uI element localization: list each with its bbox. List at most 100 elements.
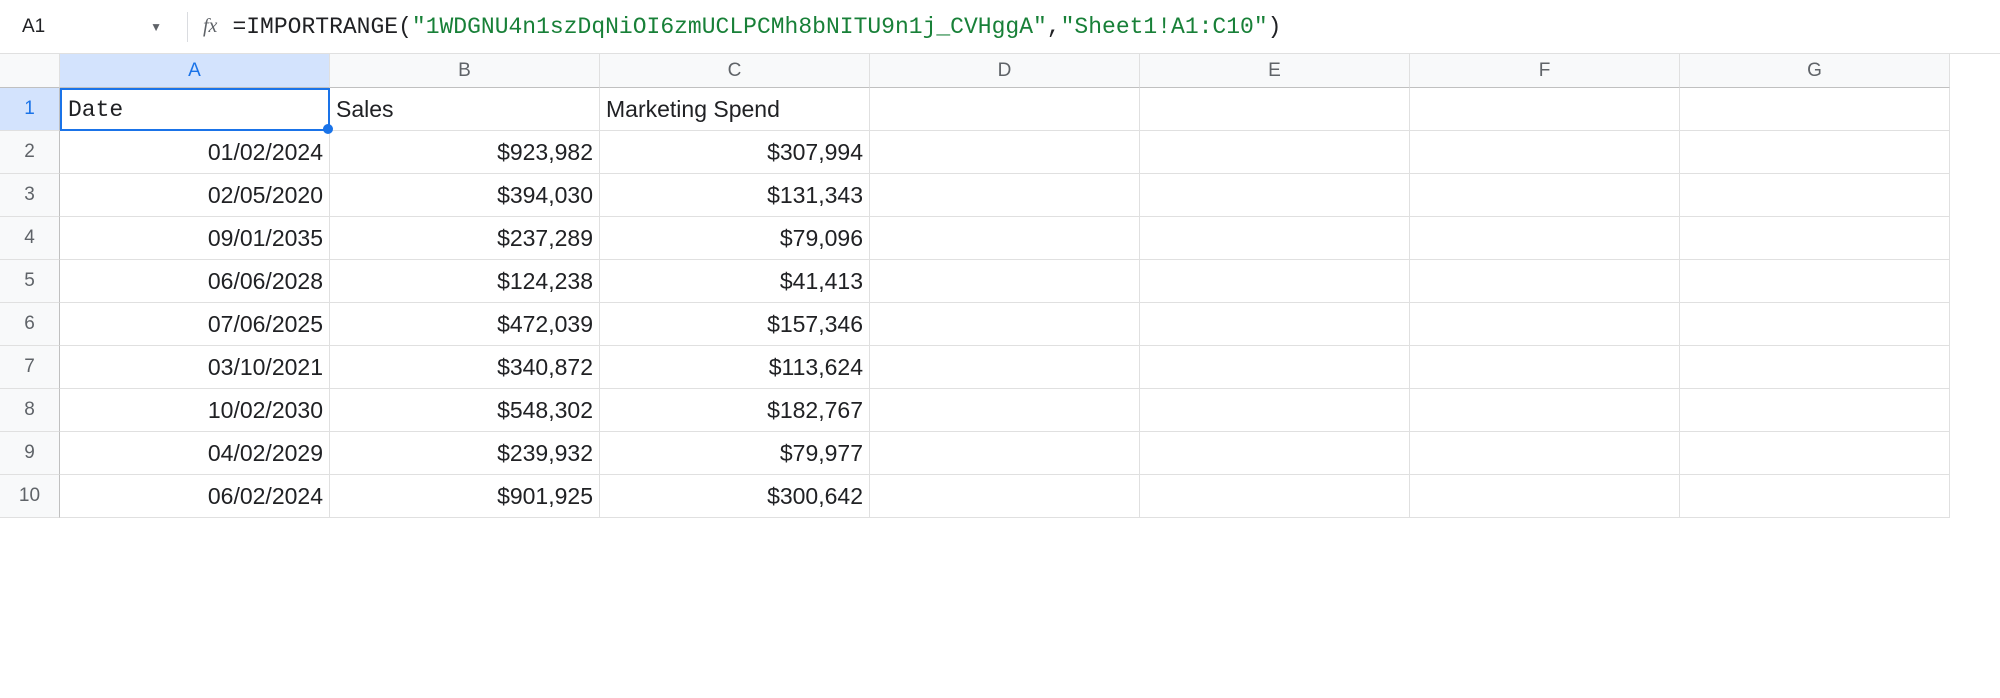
row-header-1[interactable]: 1 bbox=[0, 88, 60, 131]
formula-prefix: = bbox=[232, 14, 246, 40]
cell-b8[interactable]: $548,302 bbox=[330, 389, 600, 432]
cell-g1[interactable] bbox=[1680, 88, 1950, 131]
cell-a6[interactable]: 07/06/2025 bbox=[60, 303, 330, 346]
cell-b5[interactable]: $124,238 bbox=[330, 260, 600, 303]
cell-a3[interactable]: 02/05/2020 bbox=[60, 174, 330, 217]
row-header-7[interactable]: 7 bbox=[0, 346, 60, 389]
cell-b1[interactable]: Sales bbox=[330, 88, 600, 131]
name-box[interactable]: A1 ▼ bbox=[12, 12, 172, 42]
cell-c5[interactable]: $41,413 bbox=[600, 260, 870, 303]
cell-b10[interactable]: $901,925 bbox=[330, 475, 600, 518]
col-header-d[interactable]: D bbox=[870, 54, 1140, 88]
cell-a1[interactable]: Date bbox=[60, 88, 330, 131]
table-row: 06/02/2024 $901,925 $300,642 bbox=[60, 475, 1950, 518]
row-header-2[interactable]: 2 bbox=[0, 131, 60, 174]
cell-e9[interactable] bbox=[1140, 432, 1410, 475]
cell-f2[interactable] bbox=[1410, 131, 1680, 174]
cell-g8[interactable] bbox=[1680, 389, 1950, 432]
toolbar-divider bbox=[187, 12, 188, 42]
cell-g6[interactable] bbox=[1680, 303, 1950, 346]
cell-d4[interactable] bbox=[870, 217, 1140, 260]
table-row: 01/02/2024 $923,982 $307,994 bbox=[60, 131, 1950, 174]
cell-d10[interactable] bbox=[870, 475, 1140, 518]
cell-e1[interactable] bbox=[1140, 88, 1410, 131]
cell-f5[interactable] bbox=[1410, 260, 1680, 303]
cell-a8[interactable]: 10/02/2030 bbox=[60, 389, 330, 432]
cell-g3[interactable] bbox=[1680, 174, 1950, 217]
cell-c3[interactable]: $131,343 bbox=[600, 174, 870, 217]
cell-b3[interactable]: $394,030 bbox=[330, 174, 600, 217]
table-row: 03/10/2021 $340,872 $113,624 bbox=[60, 346, 1950, 389]
cell-b9[interactable]: $239,932 bbox=[330, 432, 600, 475]
cell-c10[interactable]: $300,642 bbox=[600, 475, 870, 518]
formula-toolbar: A1 ▼ fx =IMPORTRANGE("1WDGNU4n1szDqNiOI6… bbox=[0, 0, 2000, 54]
select-all-corner[interactable] bbox=[0, 54, 60, 88]
cell-e5[interactable] bbox=[1140, 260, 1410, 303]
cell-g2[interactable] bbox=[1680, 131, 1950, 174]
cell-g9[interactable] bbox=[1680, 432, 1950, 475]
cell-c7[interactable]: $113,624 bbox=[600, 346, 870, 389]
cell-a5[interactable]: 06/06/2028 bbox=[60, 260, 330, 303]
row-header-4[interactable]: 4 bbox=[0, 217, 60, 260]
row-header-3[interactable]: 3 bbox=[0, 174, 60, 217]
cell-c8[interactable]: $182,767 bbox=[600, 389, 870, 432]
row-header-8[interactable]: 8 bbox=[0, 389, 60, 432]
col-header-e[interactable]: E bbox=[1140, 54, 1410, 88]
cell-c1[interactable]: Marketing Spend bbox=[600, 88, 870, 131]
cell-e6[interactable] bbox=[1140, 303, 1410, 346]
cell-f4[interactable] bbox=[1410, 217, 1680, 260]
cell-d7[interactable] bbox=[870, 346, 1140, 389]
table-row: Date Sales Marketing Spend bbox=[60, 88, 1950, 131]
cell-f3[interactable] bbox=[1410, 174, 1680, 217]
formula-bar[interactable]: =IMPORTRANGE("1WDGNU4n1szDqNiOI6zmUCLPCM… bbox=[232, 14, 1988, 40]
cell-d5[interactable] bbox=[870, 260, 1140, 303]
cell-e2[interactable] bbox=[1140, 131, 1410, 174]
cell-e10[interactable] bbox=[1140, 475, 1410, 518]
cell-c6[interactable]: $157,346 bbox=[600, 303, 870, 346]
cell-b7[interactable]: $340,872 bbox=[330, 346, 600, 389]
cell-e8[interactable] bbox=[1140, 389, 1410, 432]
cell-a9[interactable]: 04/02/2029 bbox=[60, 432, 330, 475]
cell-g4[interactable] bbox=[1680, 217, 1950, 260]
cell-e7[interactable] bbox=[1140, 346, 1410, 389]
cell-b2[interactable]: $923,982 bbox=[330, 131, 600, 174]
cell-e3[interactable] bbox=[1140, 174, 1410, 217]
cell-d1[interactable] bbox=[870, 88, 1140, 131]
cell-a7[interactable]: 03/10/2021 bbox=[60, 346, 330, 389]
row-header-6[interactable]: 6 bbox=[0, 303, 60, 346]
cell-f7[interactable] bbox=[1410, 346, 1680, 389]
cell-f8[interactable] bbox=[1410, 389, 1680, 432]
cell-d3[interactable] bbox=[870, 174, 1140, 217]
cell-c4[interactable]: $79,096 bbox=[600, 217, 870, 260]
cell-g7[interactable] bbox=[1680, 346, 1950, 389]
cell-d9[interactable] bbox=[870, 432, 1140, 475]
cell-a10[interactable]: 06/02/2024 bbox=[60, 475, 330, 518]
cell-c2[interactable]: $307,994 bbox=[600, 131, 870, 174]
cell-a2[interactable]: 01/02/2024 bbox=[60, 131, 330, 174]
cell-g5[interactable] bbox=[1680, 260, 1950, 303]
col-header-a[interactable]: A bbox=[60, 54, 330, 88]
row-header-9[interactable]: 9 bbox=[0, 432, 60, 475]
col-header-c[interactable]: C bbox=[600, 54, 870, 88]
cell-f6[interactable] bbox=[1410, 303, 1680, 346]
name-box-value: A1 bbox=[22, 16, 45, 38]
col-header-g[interactable]: G bbox=[1680, 54, 1950, 88]
chevron-down-icon[interactable]: ▼ bbox=[150, 20, 162, 34]
cell-e4[interactable] bbox=[1140, 217, 1410, 260]
cell-a4[interactable]: 09/01/2035 bbox=[60, 217, 330, 260]
cell-b6[interactable]: $472,039 bbox=[330, 303, 600, 346]
row-header-5[interactable]: 5 bbox=[0, 260, 60, 303]
cell-f1[interactable] bbox=[1410, 88, 1680, 131]
cell-d6[interactable] bbox=[870, 303, 1140, 346]
cell-c9[interactable]: $79,977 bbox=[600, 432, 870, 475]
formula-arg2: "Sheet1!A1:C10" bbox=[1061, 14, 1268, 40]
col-header-b[interactable]: B bbox=[330, 54, 600, 88]
cell-d2[interactable] bbox=[870, 131, 1140, 174]
cell-g10[interactable] bbox=[1680, 475, 1950, 518]
cell-d8[interactable] bbox=[870, 389, 1140, 432]
cell-f10[interactable] bbox=[1410, 475, 1680, 518]
col-header-f[interactable]: F bbox=[1410, 54, 1680, 88]
cell-b4[interactable]: $237,289 bbox=[330, 217, 600, 260]
cell-f9[interactable] bbox=[1410, 432, 1680, 475]
row-header-10[interactable]: 10 bbox=[0, 475, 60, 518]
